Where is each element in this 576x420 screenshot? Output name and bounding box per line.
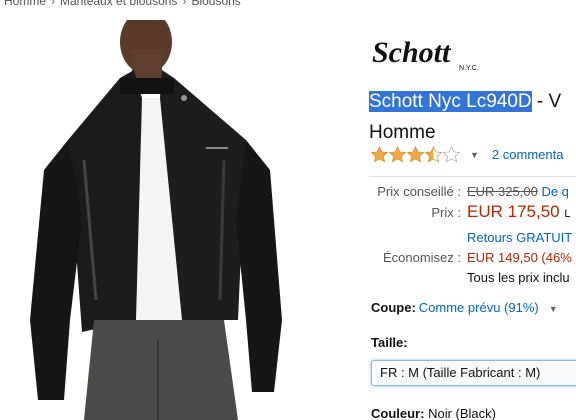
brand-logo-sub: N.Y.C. — [459, 65, 479, 72]
breadcrumb-separator: › — [182, 0, 187, 8]
free-returns-link[interactable]: Retours GRATUIT — [467, 230, 572, 245]
fit-info: Coupe: Comme prévu (91%) ▼ — [371, 300, 558, 315]
size-label: Taille: — [371, 335, 408, 350]
price-label: Prix : — [431, 205, 461, 220]
star-full-icon — [389, 146, 406, 163]
breadcrumb-item-homme[interactable]: Homme — [4, 0, 46, 8]
price-value: EUR 175,50 L — [467, 202, 570, 222]
product-title-selected: Schott Nyc Lc940D — [369, 91, 532, 112]
star-empty-icon — [443, 146, 460, 163]
price-suffix: L — [564, 208, 571, 220]
breadcrumb: Homme › Manteaux et blousons › Blousons — [4, 0, 241, 8]
product-subtitle: Homme — [369, 122, 436, 143]
star-full-icon — [371, 146, 388, 163]
fit-chevron-down-icon[interactable]: ▼ — [549, 304, 558, 314]
fit-value-link[interactable]: Comme prévu (91%) — [419, 300, 539, 315]
list-price-label: Prix conseillé : — [377, 184, 461, 199]
product-title: Schott Nyc Lc940D - V — [369, 90, 561, 114]
savings-value: EUR 149,50 (46% — [467, 250, 572, 265]
tax-note: Tous les prix inclu — [467, 270, 570, 285]
brand-logo-text: Schott — [372, 36, 452, 69]
divider — [369, 176, 576, 177]
rating-chevron-down-icon[interactable]: ▼ — [470, 150, 479, 160]
rating[interactable]: ▼ 2 commenta — [371, 146, 563, 163]
breadcrumb-item-manteaux[interactable]: Manteaux et blousons — [60, 0, 177, 8]
leather-jacket-photo — [30, 20, 282, 420]
breadcrumb-separator: › — [51, 0, 56, 8]
color-value: Noir (Black) — [428, 406, 496, 420]
reviews-link[interactable]: 2 commenta — [492, 147, 564, 162]
star-rating[interactable] — [371, 146, 461, 163]
list-price-value: EUR 325,00 De q — [467, 184, 569, 199]
star-full-icon — [407, 146, 424, 163]
list-price-amount: EUR 325,00 — [467, 184, 538, 199]
brand-logo[interactable]: Schott N.Y.C. — [371, 36, 489, 74]
savings-label: Économisez : — [382, 250, 461, 265]
list-price-extra[interactable]: De q — [541, 184, 568, 199]
color-info: Couleur: Noir (Black) — [371, 406, 496, 420]
size-select[interactable]: FR : M (Taille Fabricant : M) — [371, 360, 576, 386]
fit-label: Coupe: — [371, 300, 416, 315]
price-block: Prix conseillé : EUR 325,00 De q Prix : … — [369, 184, 576, 294]
price-amount: EUR 175,50 — [467, 202, 560, 221]
product-title-rest: - V — [531, 91, 562, 112]
star-half-icon — [425, 146, 442, 163]
product-image[interactable] — [24, 20, 288, 420]
color-label: Couleur: — [371, 406, 425, 420]
breadcrumb-item-blousons[interactable]: Blousons — [191, 0, 240, 8]
